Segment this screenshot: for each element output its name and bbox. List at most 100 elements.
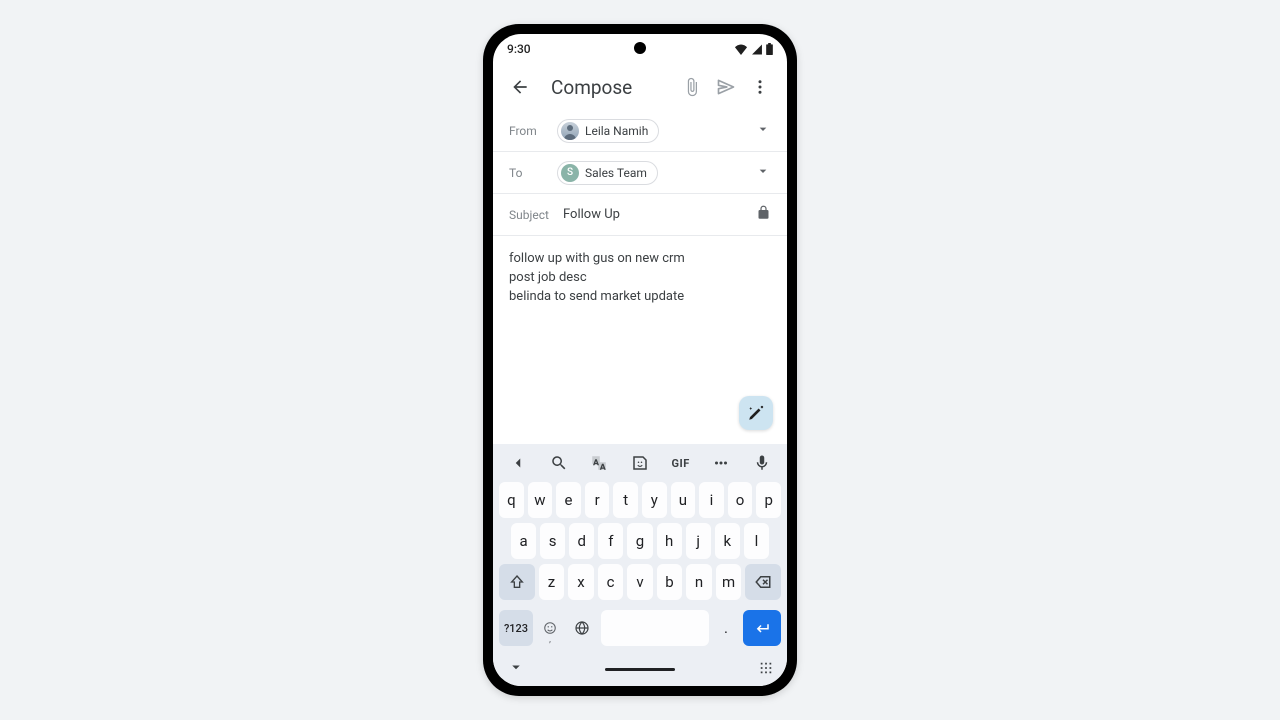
signal-icon (751, 44, 763, 55)
screen: 9:30 Compose From (493, 34, 787, 686)
key-symbols[interactable]: ?123 (499, 610, 533, 646)
key-p[interactable]: p (756, 482, 781, 518)
key-a[interactable]: a (511, 523, 536, 559)
more-vert-icon (751, 78, 769, 96)
smart-compose-fab[interactable] (739, 396, 773, 430)
key-u[interactable]: u (671, 482, 696, 518)
confidential-lock[interactable] (756, 205, 771, 224)
key-s[interactable]: s (540, 523, 565, 559)
key-w[interactable]: w (528, 482, 553, 518)
key-v[interactable]: v (627, 564, 653, 600)
key-h[interactable]: h (657, 523, 682, 559)
compose-toolbar: Compose (493, 64, 787, 110)
body-line: post job desc (509, 269, 771, 288)
key-emoji[interactable]: , (537, 610, 563, 646)
kb-grid[interactable] (759, 660, 773, 679)
mic-icon (753, 454, 771, 472)
keyboard-rows: q w e r t y u i o p a s d f g h (497, 482, 783, 646)
key-language[interactable] (567, 610, 597, 646)
emoji-icon (543, 621, 557, 635)
to-name: Sales Team (585, 166, 647, 180)
avatar (561, 122, 579, 140)
send-button[interactable] (709, 70, 743, 104)
more-horiz-icon (712, 454, 730, 472)
chevron-left-icon (509, 454, 527, 472)
arrow-back-icon (510, 77, 530, 97)
chevron-down-icon (755, 163, 771, 179)
chevron-down-icon (755, 121, 771, 137)
kb-mic[interactable] (747, 448, 777, 478)
key-space[interactable] (601, 610, 709, 646)
body-line: belinda to send market update (509, 288, 771, 307)
from-label: From (509, 124, 547, 138)
key-b[interactable]: b (657, 564, 683, 600)
key-period[interactable]: . (713, 610, 739, 646)
kb-more[interactable] (706, 448, 736, 478)
key-x[interactable]: x (568, 564, 594, 600)
backspace-icon (754, 573, 772, 591)
subject-value: Follow Up (563, 207, 620, 222)
send-icon (716, 77, 736, 97)
attach-button[interactable] (675, 70, 709, 104)
key-c[interactable]: c (598, 564, 624, 600)
from-row[interactable]: From Leila Namih (493, 110, 787, 152)
key-o[interactable]: o (728, 482, 753, 518)
expand-to[interactable] (755, 163, 771, 183)
kb-collapse[interactable] (507, 658, 525, 680)
camera-cutout (634, 42, 646, 54)
key-l[interactable]: l (744, 523, 769, 559)
subject-label: Subject (509, 208, 553, 222)
enter-icon (753, 619, 771, 637)
expand-from[interactable] (755, 121, 771, 141)
kb-translate[interactable] (584, 448, 614, 478)
kb-sticker[interactable] (625, 448, 655, 478)
key-f[interactable]: f (598, 523, 623, 559)
from-chip[interactable]: Leila Namih (557, 119, 659, 143)
kb-row-2: a s d f g h j k l (499, 523, 781, 559)
key-e[interactable]: e (556, 482, 581, 518)
to-row[interactable]: To S Sales Team (493, 152, 787, 194)
wifi-icon (734, 44, 748, 55)
translate-icon (590, 454, 608, 472)
kb-gif[interactable]: GIF (666, 448, 696, 478)
kb-row-1: q w e r t y u i o p (499, 482, 781, 518)
shift-icon (509, 574, 525, 590)
back-button[interactable] (503, 70, 537, 104)
key-j[interactable]: j (686, 523, 711, 559)
key-r[interactable]: r (585, 482, 610, 518)
key-shift[interactable] (499, 564, 535, 600)
key-i[interactable]: i (699, 482, 724, 518)
to-chip[interactable]: S Sales Team (557, 161, 658, 185)
paperclip-icon (682, 77, 702, 97)
to-label: To (509, 166, 547, 180)
key-comma-sub: , (549, 635, 551, 645)
more-button[interactable] (743, 70, 777, 104)
key-d[interactable]: d (569, 523, 594, 559)
phone-frame: 9:30 Compose From (483, 24, 797, 696)
key-q[interactable]: q (499, 482, 524, 518)
subject-row[interactable]: Subject Follow Up (493, 194, 787, 236)
body-input[interactable]: follow up with gus on new crm post job d… (493, 236, 787, 444)
kb-search[interactable] (544, 448, 574, 478)
key-n[interactable]: n (686, 564, 712, 600)
key-y[interactable]: y (642, 482, 667, 518)
clock: 9:30 (507, 42, 531, 56)
key-t[interactable]: t (613, 482, 638, 518)
globe-icon (574, 620, 590, 636)
grid-icon (759, 661, 773, 675)
kb-back[interactable] (503, 448, 533, 478)
key-enter[interactable] (743, 610, 781, 646)
keyboard: GIF q w e r t y u i o p a (493, 444, 787, 652)
key-backspace[interactable] (745, 564, 781, 600)
search-icon (550, 454, 568, 472)
home-indicator[interactable] (605, 668, 675, 671)
keyboard-toolbar: GIF (497, 444, 783, 482)
status-icons (734, 43, 773, 55)
key-g[interactable]: g (627, 523, 652, 559)
key-z[interactable]: z (539, 564, 565, 600)
key-m[interactable]: m (716, 564, 742, 600)
battery-icon (766, 43, 773, 55)
key-k[interactable]: k (715, 523, 740, 559)
nav-bar (493, 652, 787, 686)
kb-row-3: z x c v b n m (499, 564, 781, 600)
